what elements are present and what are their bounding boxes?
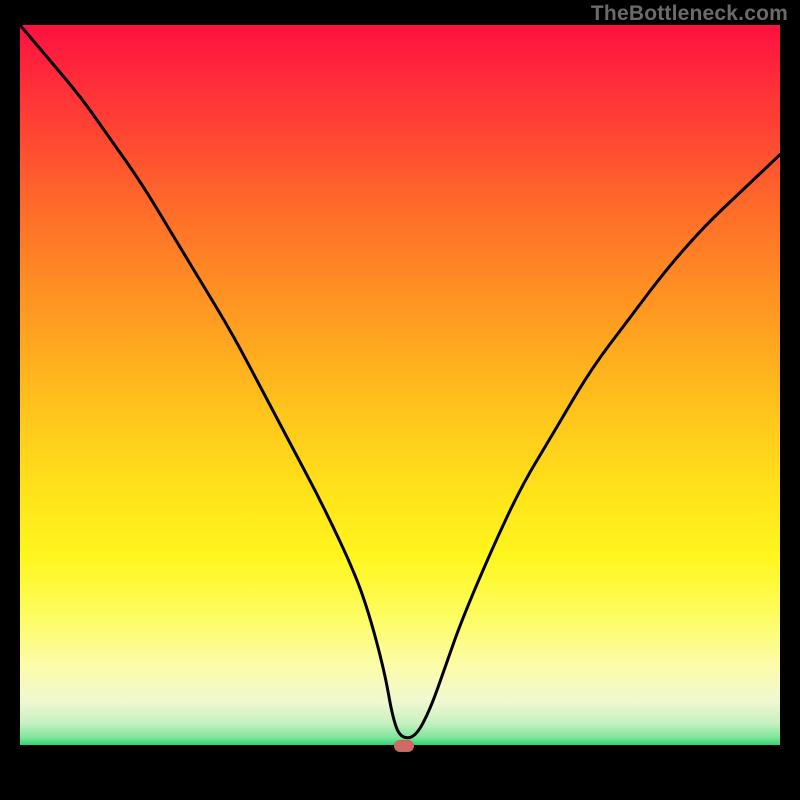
bottleneck-curve xyxy=(20,25,780,785)
chart-frame: TheBottleneck.com xyxy=(0,0,800,800)
minimum-marker xyxy=(394,740,414,752)
watermark-text: TheBottleneck.com xyxy=(591,2,788,26)
plot-area xyxy=(20,25,780,785)
